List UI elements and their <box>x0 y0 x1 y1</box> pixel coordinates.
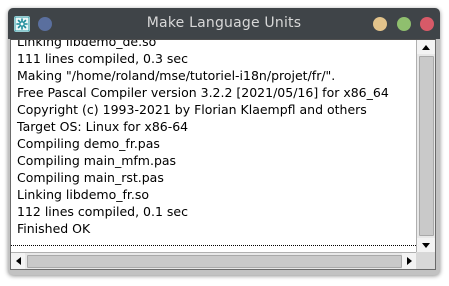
log-line: Free Pascal Compiler version 3.2.2 [2021… <box>17 85 389 100</box>
log-line: Copyright (c) 1993-2021 by Florian Klaem… <box>17 102 367 117</box>
maximize-icon[interactable] <box>397 17 411 31</box>
vertical-scrollbar[interactable] <box>416 40 435 252</box>
horizontal-scroll-thumb[interactable] <box>27 255 402 268</box>
horizontal-scrollbar[interactable] <box>11 252 416 269</box>
log-line: Compiling main_rst.pas <box>17 170 164 185</box>
caret-line <box>11 245 416 246</box>
scrollbar-corner <box>416 252 435 269</box>
log-line: 112 lines compiled, 0.1 sec <box>17 204 188 219</box>
output-log[interactable]: Linking libdemo_de.so 111 lines compiled… <box>10 39 436 270</box>
dialog-window: Make Language Units Linking libdemo_de.s… <box>8 8 440 275</box>
minimize-icon[interactable] <box>373 17 387 31</box>
vertical-scroll-thumb[interactable] <box>419 56 434 236</box>
log-line: Linking libdemo_de.so <box>17 39 157 49</box>
close-icon[interactable] <box>420 17 434 31</box>
arrow-up-icon[interactable] <box>417 40 435 54</box>
log-line: Target OS: Linux for x86-64 <box>17 119 189 134</box>
log-line: Making "/home/roland/mse/tutoriel-i18n/p… <box>17 68 336 83</box>
log-line: Linking libdemo_fr.so <box>17 187 150 202</box>
title-bar[interactable]: Make Language Units <box>8 8 440 39</box>
log-line: Compiling demo_fr.pas <box>17 136 160 151</box>
arrow-left-icon[interactable] <box>11 253 25 269</box>
log-line: Compiling main_mfm.pas <box>17 153 177 168</box>
arrow-down-icon[interactable] <box>417 238 435 252</box>
log-line: 111 lines compiled, 0.3 sec <box>17 51 188 66</box>
output-lines: Linking libdemo_de.so 111 lines compiled… <box>11 39 416 237</box>
arrow-right-icon[interactable] <box>402 253 416 269</box>
log-line: Finished OK <box>17 221 91 236</box>
